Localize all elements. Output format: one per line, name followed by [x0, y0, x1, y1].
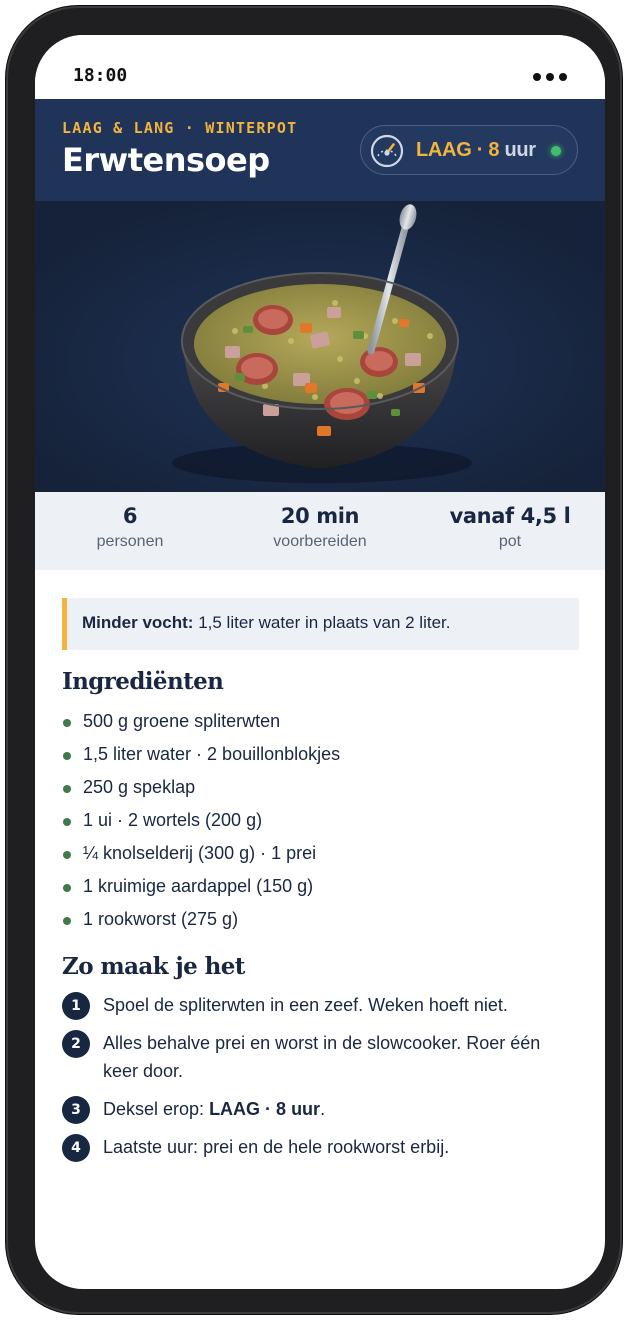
step-item: 2 Alles behalve prei en worst in de slow… [62, 1029, 577, 1085]
step-text-after: . [320, 1099, 326, 1119]
recipe-category: LAAG & LANG · WINTERPOT [62, 119, 298, 137]
cook-separator: · [476, 139, 484, 161]
status-bar: 18:00 [35, 35, 605, 99]
step-number: 3 [62, 1096, 90, 1124]
step-text: Spoel de spliterwten in een zeef. Weken … [103, 995, 508, 1015]
ingredient-item: 500 g groene spliterwten [62, 707, 582, 740]
stat-prep-time: 20 min voorbereiden [225, 492, 415, 570]
soup-bowl-illustration [35, 201, 605, 492]
step-text: Laatste uur: prei en de hele rookworst e… [103, 1137, 450, 1157]
ingredient-item: 1 kruimige aardappel (150 g) [62, 872, 582, 905]
screen: 18:00 LAAG & LANG · WINTERPOT Erwtensoep… [35, 35, 605, 1289]
cook-setting: LAAG [416, 139, 472, 161]
ingredient-item: 1 rookworst (275 g) [62, 905, 582, 938]
steps-list: 1 Spoel de spliterwten in een zeef. Weke… [62, 991, 577, 1171]
ingredient-item: 250 g speklap [62, 773, 582, 806]
step-item: 4 Laatste uur: prei en de hele rookworst… [62, 1133, 577, 1162]
cook-timer-text: LAAG · 8 uur [416, 139, 536, 162]
step-number: 4 [62, 1134, 90, 1162]
status-dot [551, 146, 561, 156]
step-text-before: Deksel erop: [103, 1099, 210, 1119]
recipe-title: Erwtensoep [62, 141, 270, 179]
step-number: 2 [62, 1030, 90, 1058]
tip-text: 1,5 liter water in plaats van 2 liter. [198, 613, 451, 632]
step-text: Alles behalve prei en worst in de slowco… [103, 1033, 541, 1081]
ingredient-item: 1 ui · 2 wortels (200 g) [62, 806, 582, 839]
cook-unit: uur [504, 139, 536, 161]
steps-heading: Zo maak je het [62, 953, 245, 980]
stat-pot-size: vanaf 4,5 l pot [415, 492, 605, 570]
stat-value: vanaf 4,5 l [449, 504, 571, 528]
gauge-icon [370, 134, 404, 168]
stat-label: personen [96, 533, 164, 550]
phone-frame: 18:00 LAAG & LANG · WINTERPOT Erwtensoep… [6, 6, 622, 1314]
cook-hours: 8 [488, 139, 500, 161]
tip-label: Minder vocht: [82, 613, 194, 632]
ingredients-heading: Ingrediënten [62, 668, 224, 695]
recipe-header: LAAG & LANG · WINTERPOT Erwtensoep LAAG … [35, 99, 605, 201]
step-item: 3 Deksel erop: LAAG · 8 uur. [62, 1095, 577, 1124]
stat-servings: 6 personen [35, 492, 225, 570]
recipe-photo [35, 201, 605, 492]
stat-value: 20 min [280, 504, 360, 528]
recipe-stats: 6 personen 20 min voorbereiden vanaf 4,5… [35, 492, 605, 570]
stat-label: voorbereiden [273, 533, 367, 550]
cook-timer-badge[interactable]: LAAG · 8 uur [360, 125, 578, 175]
step-text-bold: LAAG · 8 uur [209, 1099, 321, 1119]
ingredient-item: 1,5 liter water · 2 bouillonblokjes [62, 740, 582, 773]
more-icon[interactable] [533, 73, 567, 81]
ingredient-item: ¼ knolselderij (300 g) · 1 prei [62, 839, 582, 872]
step-number: 1 [62, 992, 90, 1020]
stat-label: pot [498, 533, 522, 550]
ingredients-list: 500 g groene spliterwten 1,5 liter water… [62, 707, 582, 938]
step-item: 1 Spoel de spliterwten in een zeef. Weke… [62, 991, 577, 1020]
status-time: 18:00 [73, 65, 128, 86]
tip-callout: Minder vocht: 1,5 liter water in plaats … [62, 598, 579, 650]
stat-value: 6 [122, 504, 138, 528]
